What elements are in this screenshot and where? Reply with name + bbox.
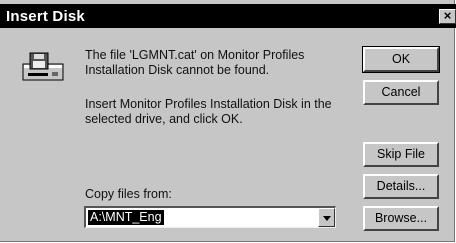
copy-files-label: Copy files from: bbox=[85, 187, 172, 201]
close-button[interactable]: × bbox=[439, 9, 456, 24]
dialog-title: Insert Disk bbox=[6, 8, 85, 25]
details-button[interactable]: Details... bbox=[363, 174, 439, 199]
close-icon: × bbox=[443, 8, 452, 23]
copy-from-value[interactable]: A:\MNT_Eng bbox=[88, 210, 164, 225]
error-message: The file 'LGMNT.cat' on Monitor Profiles… bbox=[85, 48, 305, 77]
copy-from-combobox[interactable]: A:\MNT_Eng bbox=[84, 206, 336, 228]
ok-button[interactable]: OK bbox=[362, 46, 440, 73]
browse-button[interactable]: Browse... bbox=[363, 206, 439, 231]
insert-disk-dialog: Insert Disk × The file 'LGMNT.cat' on Mo… bbox=[0, 0, 456, 242]
title-bar[interactable]: Insert Disk × bbox=[0, 4, 456, 28]
floppy-drive-icon bbox=[22, 52, 64, 81]
instruction-message: Insert Monitor Profiles Installation Dis… bbox=[85, 97, 332, 126]
chevron-down-icon[interactable] bbox=[318, 208, 335, 227]
cancel-button[interactable]: Cancel bbox=[363, 80, 439, 105]
skip-file-button[interactable]: Skip File bbox=[363, 142, 439, 167]
